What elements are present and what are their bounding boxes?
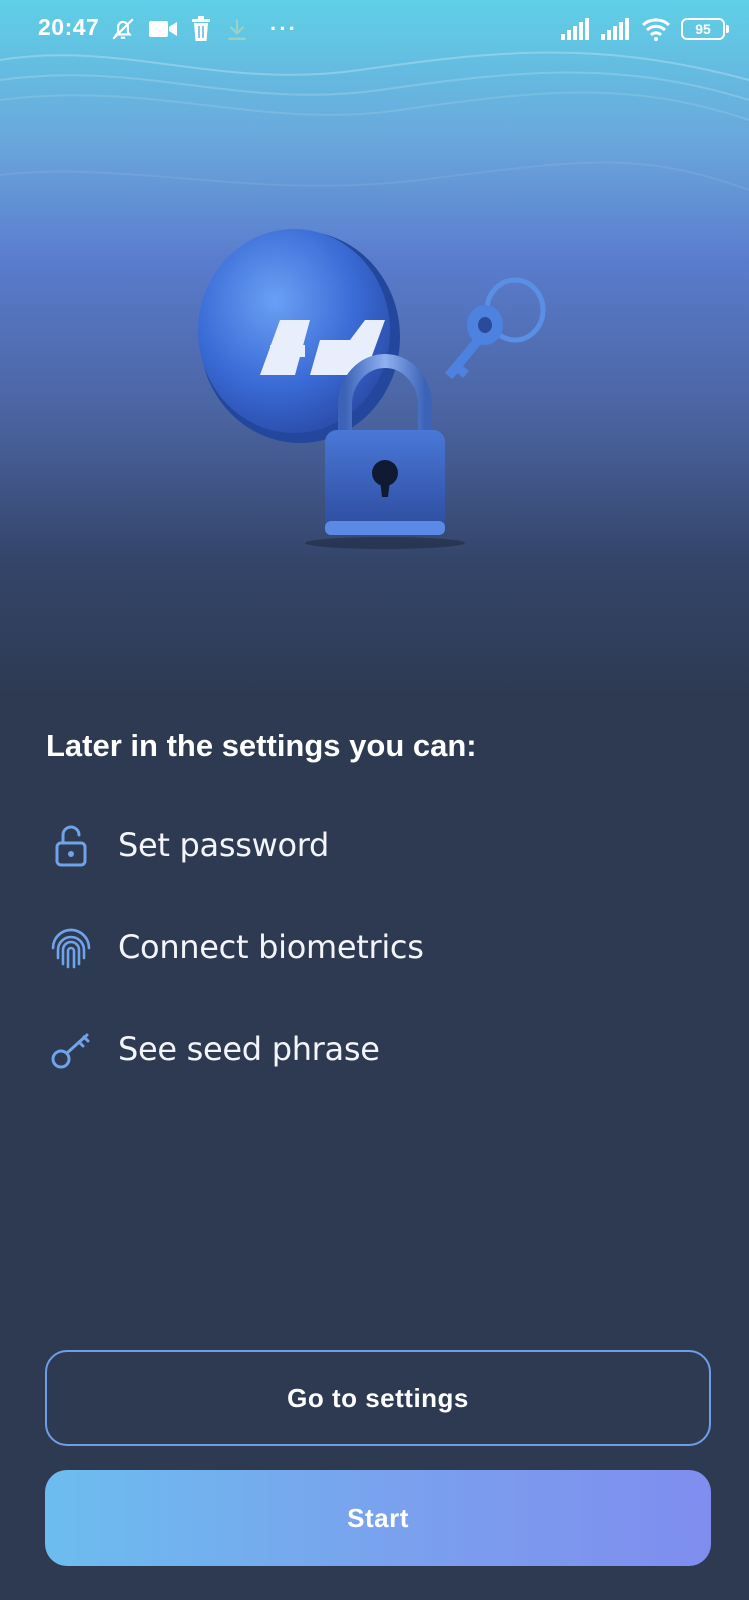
- fingerprint-icon: [46, 922, 96, 972]
- feature-label: Set password: [118, 826, 330, 864]
- feature-set-password: Set password: [46, 820, 706, 870]
- start-button[interactable]: Start: [45, 1470, 711, 1566]
- keys-illustration: [445, 277, 546, 379]
- feature-list: Set password Connect biometrics See seed…: [46, 820, 706, 1126]
- go-to-settings-button[interactable]: Go to settings: [45, 1350, 711, 1446]
- trash-icon: [190, 16, 212, 42]
- key-icon: [46, 1024, 96, 1074]
- hero-illustration: [198, 229, 546, 549]
- signal-icon: [601, 18, 631, 40]
- app-screen: 20:47 ··· 95 Later in the settings you c…: [0, 0, 749, 1600]
- unlock-icon: [46, 820, 96, 870]
- battery-level: 95: [681, 18, 729, 40]
- feature-label: See seed phrase: [118, 1030, 380, 1068]
- section-title: Later in the settings you can:: [46, 728, 477, 763]
- status-time: 20:47: [38, 14, 100, 40]
- feature-connect-biometrics: Connect biometrics: [46, 922, 706, 972]
- feature-see-seed-phrase: See seed phrase: [46, 1024, 706, 1074]
- status-icons-left: ···: [110, 14, 298, 44]
- signal-icon: [561, 18, 591, 40]
- status-bar: 20:47 ··· 95: [0, 0, 749, 58]
- status-icons-right: 95: [551, 14, 729, 44]
- feature-label: Connect biometrics: [118, 928, 424, 966]
- more-dots-icon: ···: [270, 16, 298, 41]
- bell-off-icon: [110, 16, 136, 42]
- download-icon: [224, 16, 250, 42]
- battery-icon: 95: [681, 18, 729, 40]
- video-icon: [148, 17, 178, 41]
- wifi-icon: [641, 17, 671, 41]
